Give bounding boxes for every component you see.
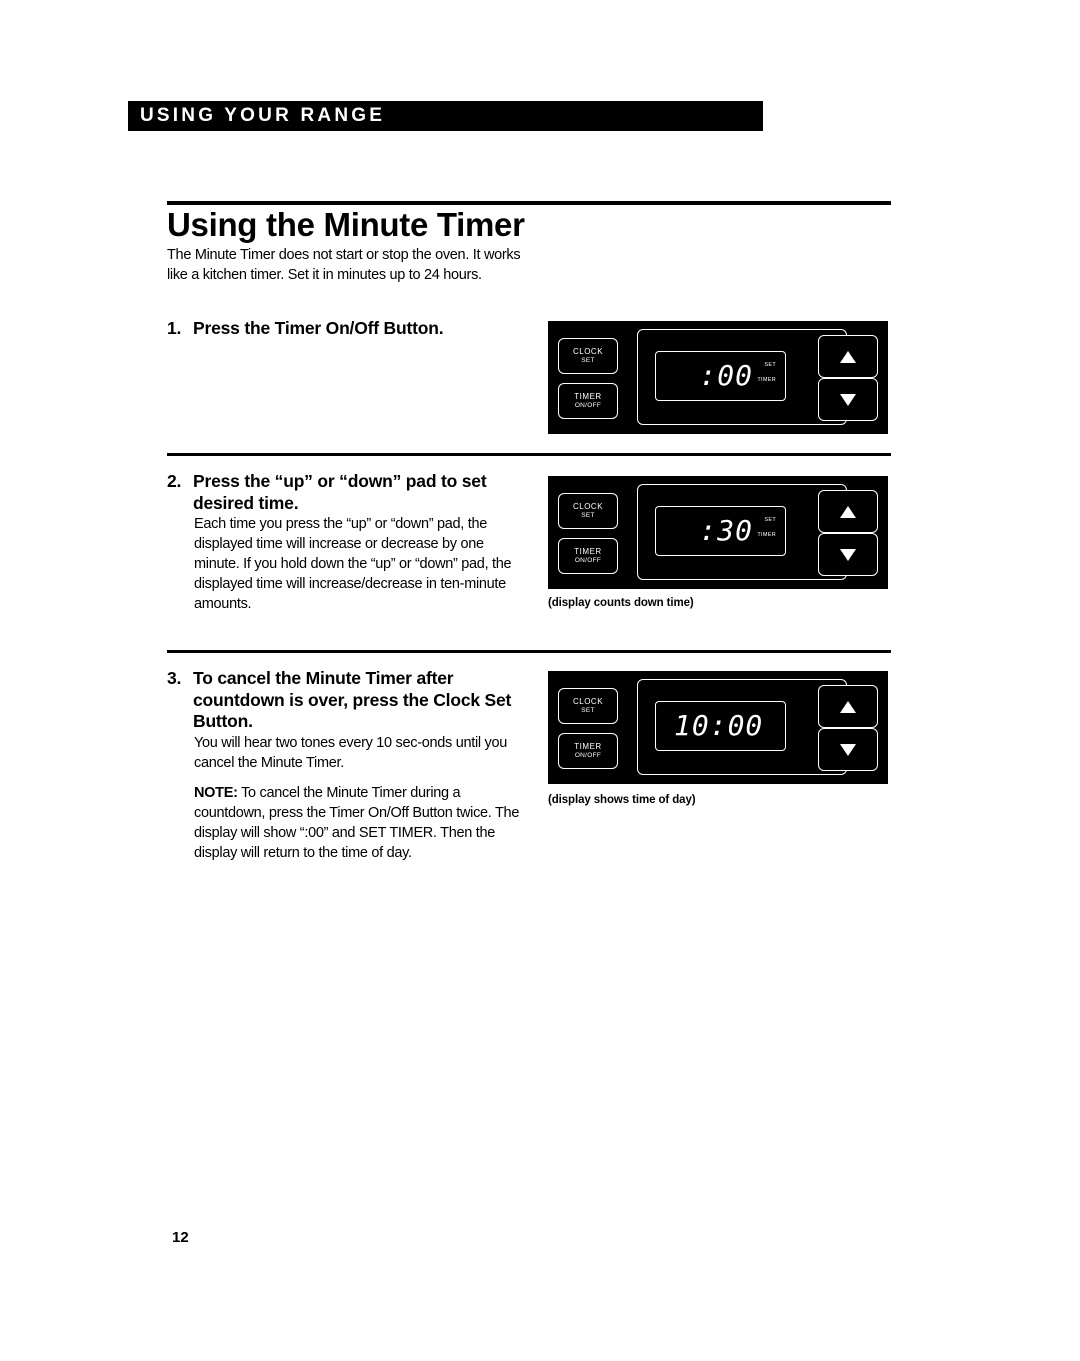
triangle-up-icon (840, 700, 856, 713)
note-text: To cancel the Minute Timer during a coun… (194, 784, 520, 861)
step-heading-text: To cancel the Minute Timer after countdo… (193, 668, 512, 731)
figure-caption: (display shows time of day) (548, 794, 696, 806)
clock-set-button: CLOCK SET (558, 688, 618, 724)
step-heading-text: Press the Timer On/Off Button. (193, 318, 444, 338)
step-number: 1. (167, 318, 182, 338)
note-label: NOTE: (194, 784, 238, 801)
triangle-down-icon (840, 548, 856, 561)
timer-label: TIMER (574, 392, 602, 401)
timer-sublabel: ON/OFF (574, 752, 602, 759)
down-pad (818, 728, 878, 771)
timer-indicator: TIMER (757, 377, 776, 383)
set-indicator: SET (764, 362, 776, 368)
clock-set-sublabel: SET (581, 707, 595, 714)
step-number: 2. (167, 471, 182, 491)
timer-indicator: TIMER (757, 532, 776, 538)
down-pad (818, 378, 878, 421)
title-rule (167, 201, 891, 205)
triangle-down-icon (840, 393, 856, 406)
section-divider (167, 453, 891, 456)
section-divider (167, 650, 891, 653)
control-panel-illustration: CLOCK SET TIMER ON/OFF :00 SET TIMER (548, 321, 888, 434)
control-panel-illustration: CLOCK SET TIMER ON/OFF :30 SET TIMER (548, 476, 888, 589)
clock-set-label: CLOCK (572, 697, 604, 706)
timer-sublabel: ON/OFF (574, 402, 602, 409)
step-heading-text: Press the “up” or “down” pad to set desi… (193, 471, 487, 513)
set-indicator: SET (764, 517, 776, 523)
lcd-digits: :30 (699, 514, 753, 547)
clock-set-button: CLOCK SET (558, 338, 618, 374)
clock-set-button: CLOCK SET (558, 493, 618, 529)
triangle-up-icon (840, 505, 856, 518)
triangle-up-icon (840, 350, 856, 363)
step-body: You will hear two tones every 10 sec-ond… (194, 734, 508, 771)
timer-label: TIMER (574, 742, 602, 751)
clock-set-sublabel: SET (581, 512, 595, 519)
step-heading: 2. Press the “up” or “down” pad to set d… (167, 471, 512, 514)
triangle-down-icon (840, 743, 856, 756)
lcd-display: 10:00 (655, 701, 786, 751)
up-pad (818, 490, 878, 533)
lcd-display: :30 SET TIMER (655, 506, 786, 556)
page-title: Using the Minute Timer (167, 206, 525, 243)
section-banner: USING YOUR RANGE (128, 101, 763, 131)
step-number: 3. (167, 668, 182, 688)
timer-on-off-button: TIMER ON/OFF (558, 538, 618, 574)
intro-paragraph: The Minute Timer does not start or stop … (167, 247, 521, 283)
step-2: 2. Press the “up” or “down” pad to set d… (167, 471, 512, 614)
page-number: 12 (172, 1229, 189, 1246)
timer-sublabel: ON/OFF (574, 557, 602, 564)
step-1: 1. Press the Timer On/Off Button. (167, 318, 527, 340)
figure-caption: (display counts down time) (548, 597, 694, 609)
clock-set-sublabel: SET (581, 357, 595, 364)
lcd-digits: 10:00 (674, 709, 764, 742)
timer-label: TIMER (574, 547, 602, 556)
down-pad (818, 533, 878, 576)
up-pad (818, 685, 878, 728)
control-panel-illustration: CLOCK SET TIMER ON/OFF 10:00 (548, 671, 888, 784)
step-heading: 1. Press the Timer On/Off Button. (167, 318, 527, 340)
step-heading: 3. To cancel the Minute Timer after coun… (167, 668, 527, 733)
step-3: 3. To cancel the Minute Timer after coun… (167, 668, 527, 863)
lcd-display: :00 SET TIMER (655, 351, 786, 401)
up-pad (818, 335, 878, 378)
section-banner-label: USING YOUR RANGE (140, 105, 386, 126)
step-body: Each time you press the “up” or “down” p… (194, 516, 512, 612)
timer-on-off-button: TIMER ON/OFF (558, 733, 618, 769)
timer-on-off-button: TIMER ON/OFF (558, 383, 618, 419)
clock-set-label: CLOCK (572, 347, 604, 356)
note-paragraph: NOTE: To cancel the Minute Timer during … (194, 783, 527, 863)
clock-set-label: CLOCK (572, 502, 604, 511)
lcd-digits: :00 (699, 359, 753, 392)
